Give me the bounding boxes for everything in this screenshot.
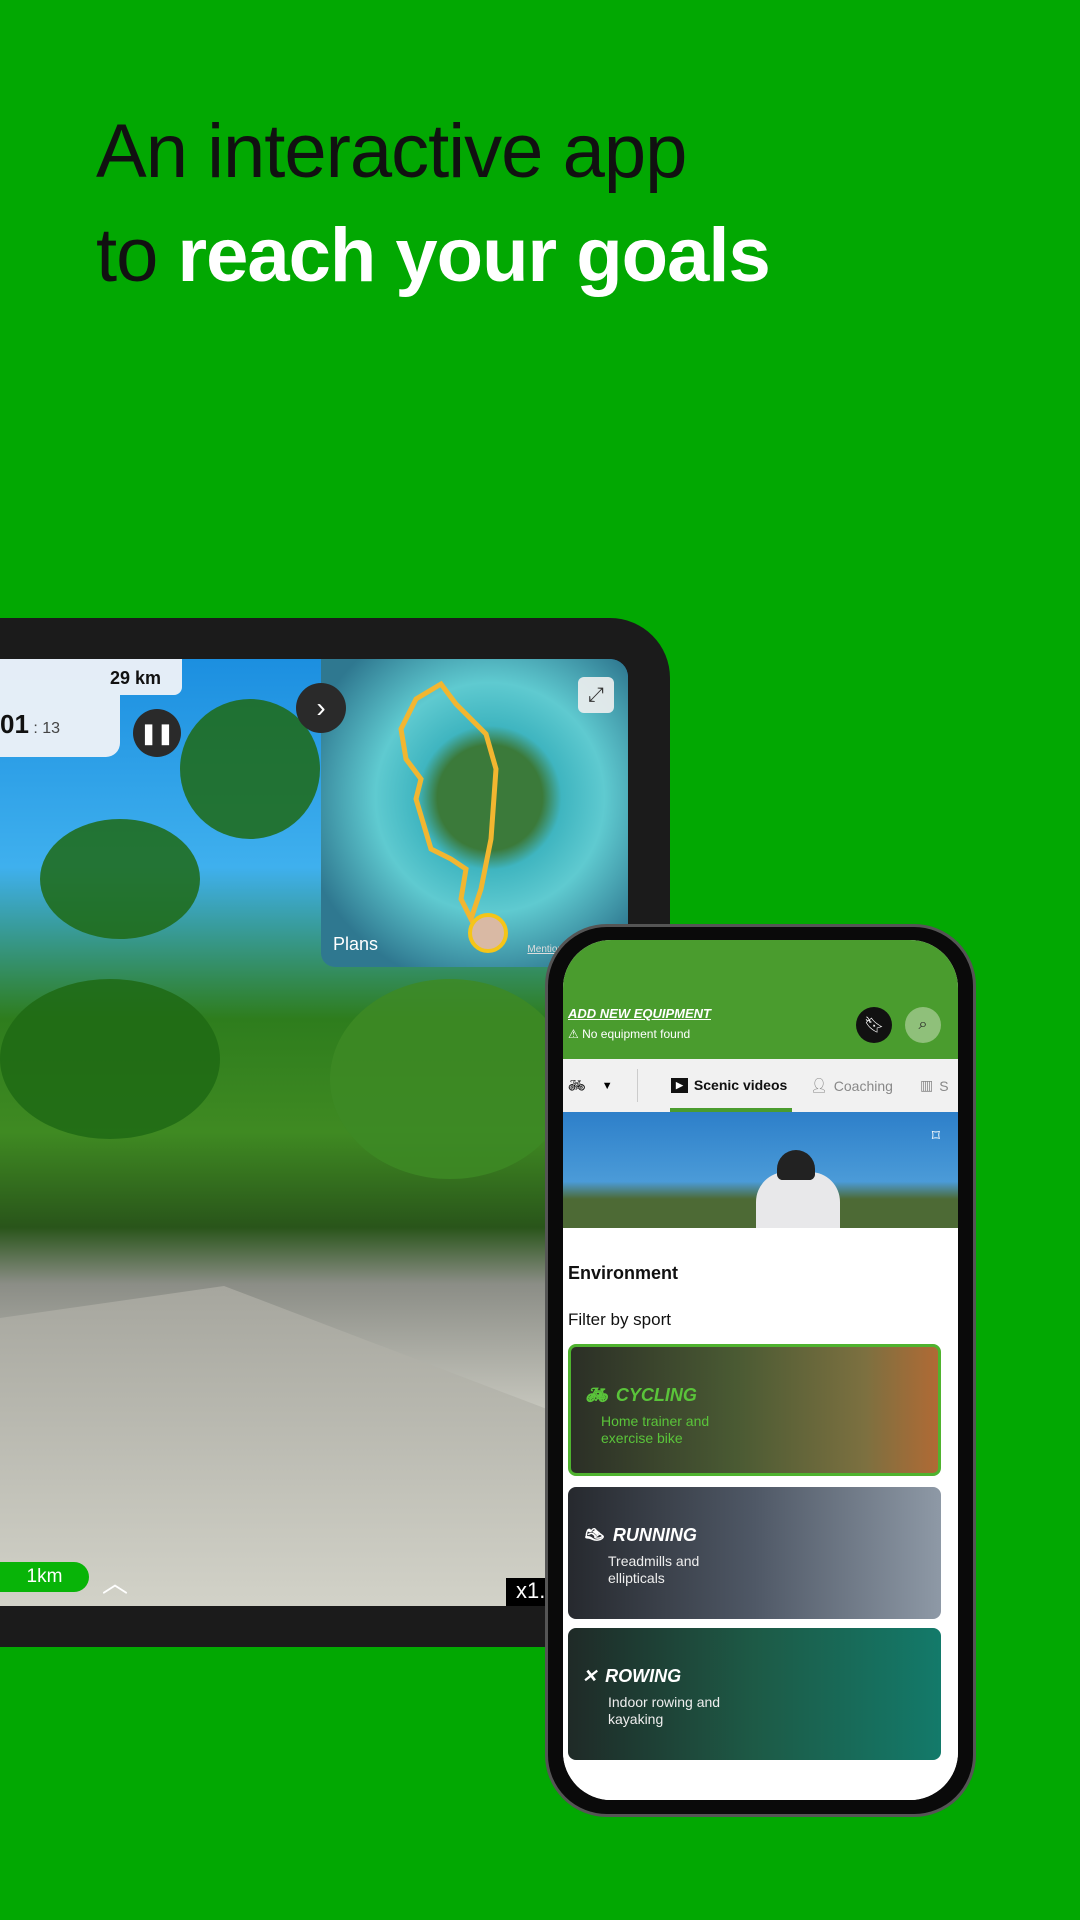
bookmark-icon: 🔖︎: [863, 1017, 885, 1034]
segment-distance[interactable]: 1km: [0, 1562, 89, 1592]
featured-video[interactable]: ⌑: [563, 1112, 958, 1228]
tab-stats[interactable]: ▥ S: [920, 1077, 949, 1094]
kayak-icon: ✕: [582, 1666, 598, 1686]
tablet-video: 29 km 01 : 13 ❚❚ › ⤢ Plans Mentions 1km …: [0, 659, 628, 1606]
cycling-subtitle: Home trainer and exercise bike: [601, 1413, 710, 1446]
sport-card-cycling[interactable]: 🚲︎ CYCLING Home trainer and exercise bike: [568, 1344, 941, 1476]
tab-coaching[interactable]: 👤︎ Coaching: [810, 1077, 893, 1094]
tab-scenic-videos[interactable]: ▶ Scenic videos: [671, 1077, 787, 1093]
shoe-icon: 👟︎: [582, 1525, 605, 1545]
rowing-subtitle: Indoor rowing and kayaking: [608, 1694, 721, 1727]
coach-icon: 👤︎: [810, 1077, 828, 1093]
next-button[interactable]: ›: [296, 683, 346, 733]
bike-icon: 🚲︎: [585, 1385, 608, 1405]
equipment-status: ⚠ No equipment found: [568, 1027, 691, 1041]
app-header: ADD NEW EQUIPMENT ⚠ No equipment found 🔖…: [563, 940, 958, 1059]
distance-value: 29 km: [110, 668, 162, 688]
pause-icon: ❚❚: [140, 722, 174, 745]
road: [0, 1286, 560, 1606]
chevron-down-icon: ▼: [601, 1079, 613, 1092]
search-button[interactable]: ⌕: [905, 1007, 941, 1043]
expand-button[interactable]: ⤢: [578, 677, 614, 713]
rowing-title: ✕ ROWING: [582, 1666, 682, 1686]
headline-prefix: to: [96, 213, 178, 298]
headline-highlight: reach your goals: [177, 213, 771, 298]
foliage: [330, 979, 570, 1179]
cycling-title: 🚲︎ CYCLING: [585, 1385, 697, 1405]
chevron-right-icon: ›: [316, 692, 326, 723]
bookmark-icon[interactable]: ⌑: [932, 1126, 940, 1146]
running-subtitle: Treadmills and ellipticals: [608, 1553, 700, 1586]
play-icon: ▶: [671, 1077, 688, 1093]
route-map[interactable]: ⤢ Plans Mentions: [321, 659, 628, 967]
time-box: 01 : 13: [0, 695, 120, 757]
palm-tree: [40, 819, 200, 939]
avatar: [468, 913, 508, 953]
headline-line1: An interactive app: [96, 109, 687, 194]
pause-button[interactable]: ❚❚: [133, 709, 181, 757]
chevron-up-icon[interactable]: ︿: [102, 1563, 128, 1600]
warning-icon: ⚠: [568, 1027, 583, 1041]
running-title: 👟︎ RUNNING: [582, 1525, 697, 1545]
filter-sheet: Environment Filter by sport 🚲︎ CYCLING Ho…: [563, 1228, 958, 1800]
tab-bar: 🚲︎ ▼ ▶ Scenic videos 👤︎ Coaching ▥ S: [563, 1059, 958, 1112]
sport-selector[interactable]: 🚲︎ ▼: [568, 1077, 613, 1094]
phone-screen: ADD NEW EQUIPMENT ⚠ No equipment found 🔖…: [563, 940, 958, 1800]
add-equipment-link[interactable]: ADD NEW EQUIPMENT: [568, 1006, 711, 1021]
sport-card-rowing[interactable]: ✕ ROWING Indoor rowing and kayaking: [568, 1628, 941, 1760]
distance-bar: 29 km: [0, 659, 182, 695]
divider: [637, 1069, 638, 1102]
sport-card-running[interactable]: 👟︎ RUNNING Treadmills and ellipticals: [568, 1487, 941, 1619]
helmet: [777, 1150, 815, 1180]
bike-icon: 🚲︎: [568, 1077, 586, 1093]
search-icon: ⌕: [918, 1016, 928, 1033]
map-attribution: Plans: [333, 934, 379, 954]
headline: An interactive app to reach your goals: [96, 100, 996, 308]
environment-title: Environment: [568, 1263, 679, 1283]
bar-chart-icon: ▥: [920, 1077, 934, 1093]
foliage: [0, 979, 220, 1139]
elapsed-time: 01 : 13: [0, 709, 61, 739]
rider: [756, 1172, 840, 1228]
bookmark-button[interactable]: 🔖︎: [856, 1007, 892, 1043]
expand-icon: ⤢: [588, 683, 604, 706]
filter-label: Filter by sport: [568, 1310, 671, 1329]
